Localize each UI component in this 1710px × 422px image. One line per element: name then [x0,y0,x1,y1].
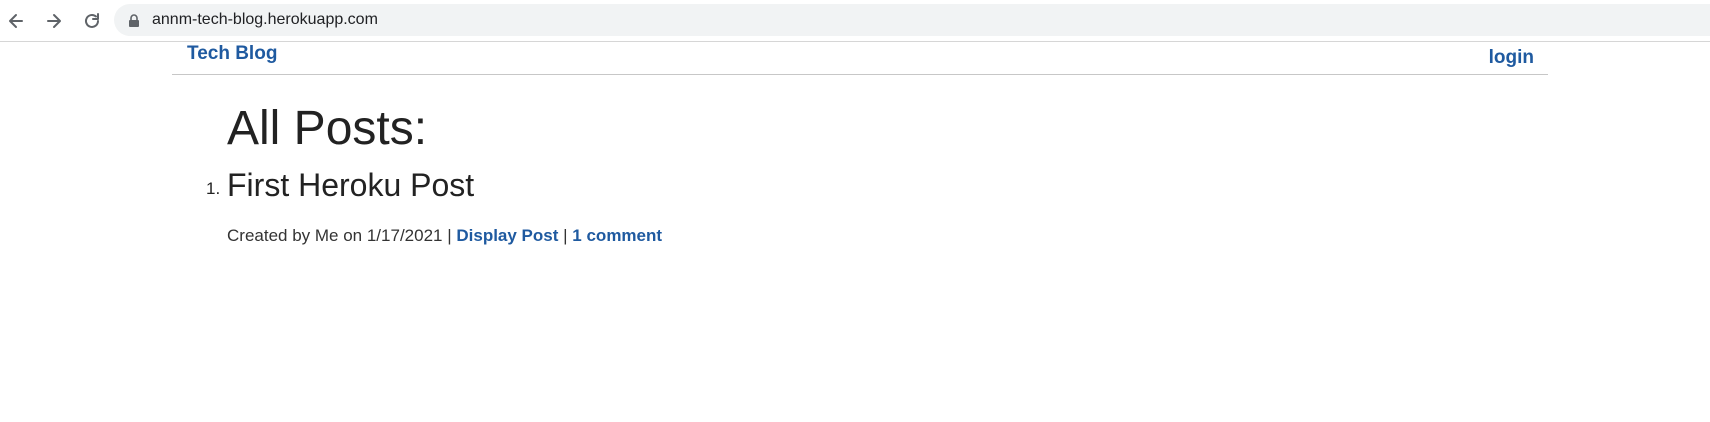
site-header: Tech Blog login [172,42,1548,75]
forward-arrow-icon[interactable] [42,9,66,33]
brand-link[interactable]: Tech Blog [187,43,277,65]
login-link[interactable]: login [1489,47,1534,69]
url-text[interactable]: annm-tech-blog.herokuapp.com [152,11,378,29]
post-meta: Created by Me on 1/17/2021 | Display Pos… [227,226,662,246]
post-created-info: Created by Me on 1/17/2021 | [227,226,452,245]
lock-icon [129,14,139,27]
post-title: First Heroku Post [227,167,475,203]
back-arrow-icon[interactable] [4,9,28,33]
post-number: 1. [206,179,221,198]
browser-toolbar: annm-tech-blog.herokuapp.com [0,0,1710,42]
comment-link[interactable]: 1 comment [572,226,662,245]
meta-separator: | [563,226,568,245]
display-post-link[interactable]: Display Post [456,226,558,245]
address-bar[interactable]: annm-tech-blog.herokuapp.com [114,4,1710,36]
reload-icon[interactable] [80,9,104,33]
page-title: All Posts: [227,102,428,155]
